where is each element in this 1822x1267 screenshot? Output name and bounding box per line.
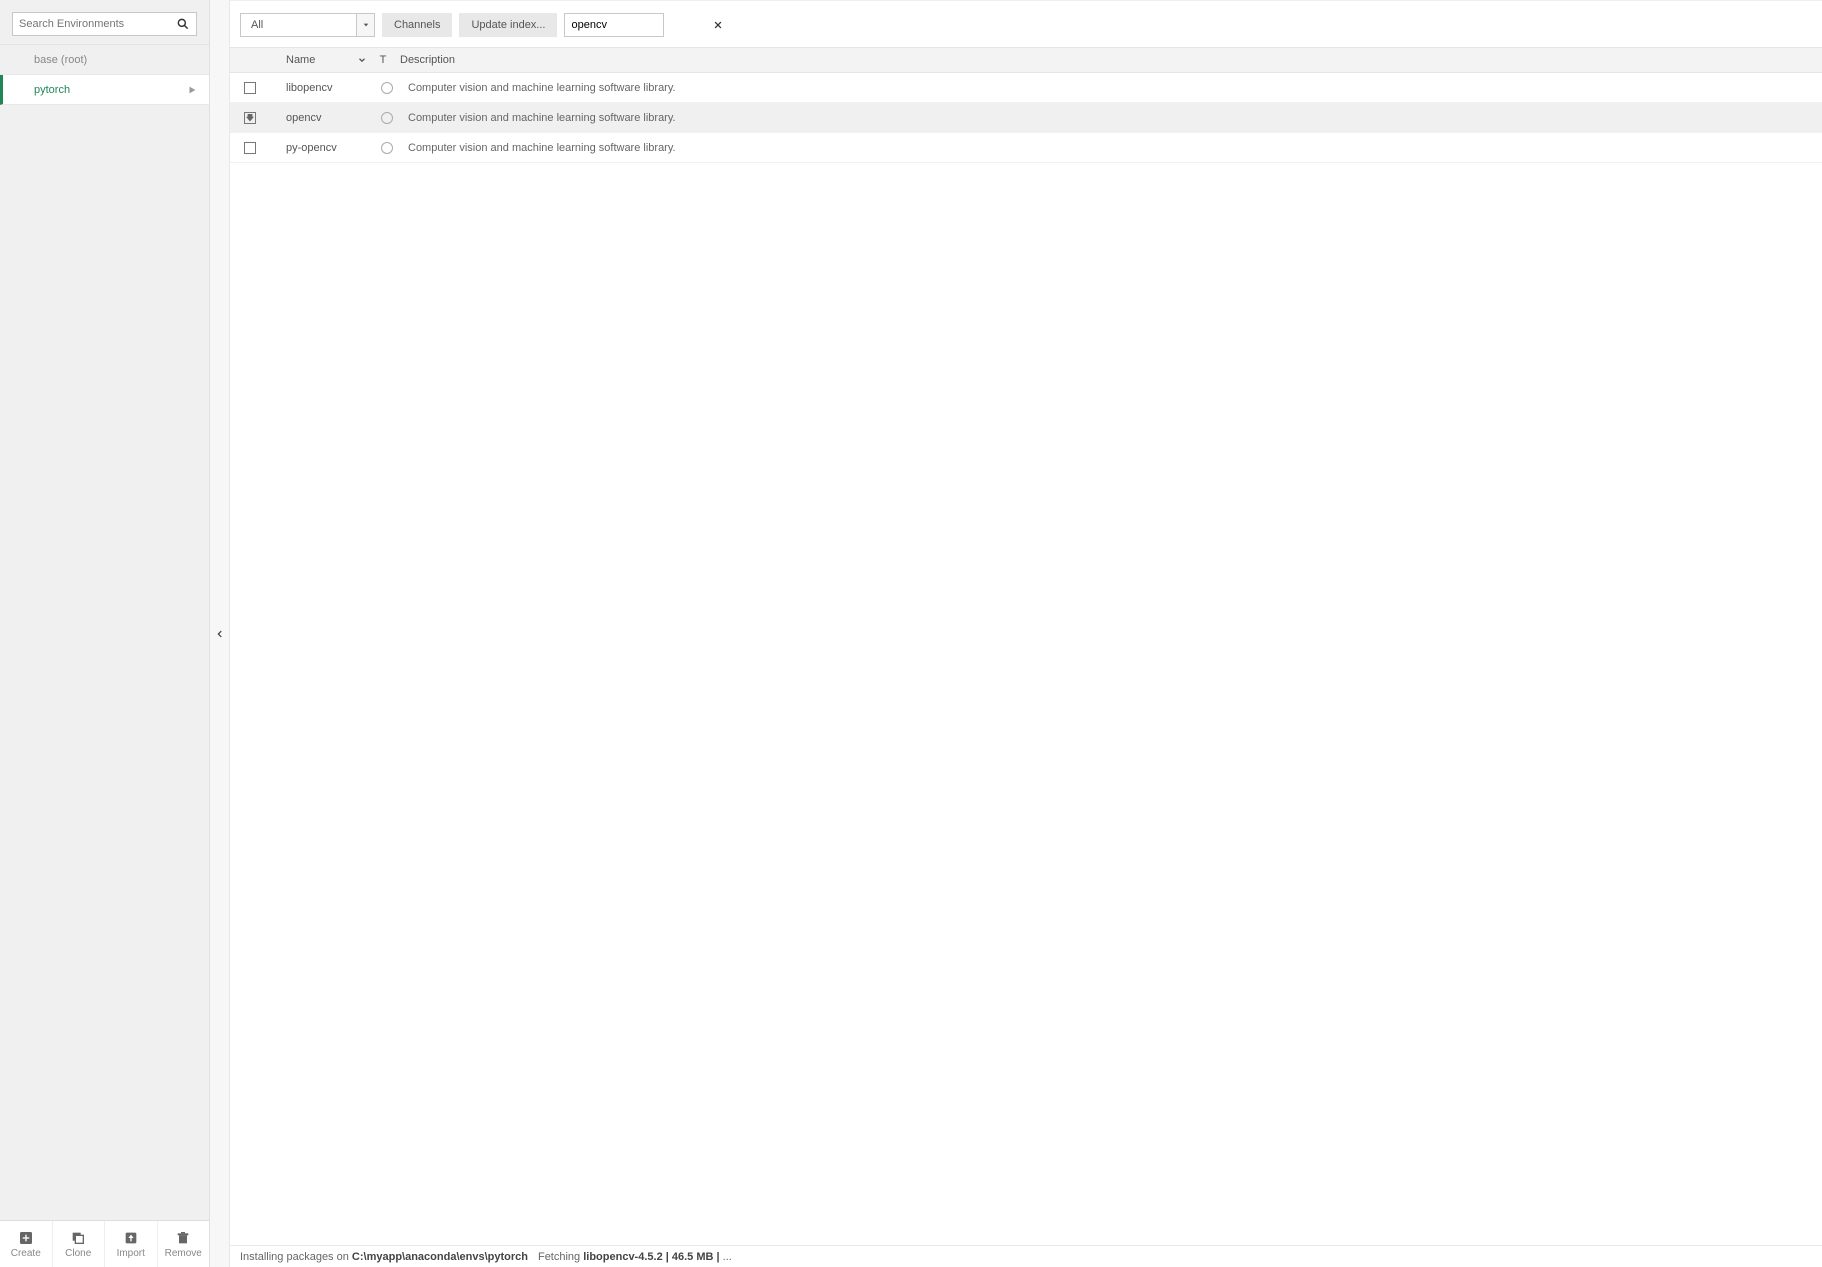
clone-button[interactable]: Clone [53,1221,106,1267]
action-label: Clone [65,1248,91,1259]
toolbar: All Channels Update index... [230,0,1822,47]
env-item-label: pytorch [34,84,70,96]
action-label: Create [11,1248,41,1259]
package-search-input[interactable] [571,19,713,31]
sort-icon[interactable] [350,55,374,65]
env-item-base[interactable]: base (root) [0,45,209,75]
create-button[interactable]: Create [0,1221,53,1267]
checkbox-download-icon[interactable] [244,112,256,124]
remove-button[interactable]: Remove [158,1221,210,1267]
status-bar: Installing packages on C:\myapp\anaconda… [230,1245,1822,1267]
status-fetch: Fetching libopencv-4.5.2 | 46.5 MB | ... [538,1251,732,1263]
status-ring-icon [381,112,393,124]
chevron-left-icon [215,629,225,639]
pkg-name: py-opencv [270,142,350,154]
play-icon[interactable] [187,85,197,95]
search-icon [176,17,190,31]
env-item-label: base (root) [34,54,87,66]
env-search-box[interactable] [12,12,197,36]
trash-icon [175,1230,191,1246]
clone-icon [70,1230,86,1246]
pkg-desc: Computer vision and machine learning sof… [400,82,1822,94]
table-row[interactable]: libopencv Computer vision and machine le… [230,73,1822,103]
sidebar-actions: Create Clone Import Remove [0,1220,209,1267]
action-label: Import [117,1248,145,1259]
env-list: base (root) pytorch [0,44,209,1220]
close-icon[interactable] [713,20,723,30]
env-item-pytorch[interactable]: pytorch [0,75,209,105]
collapse-sidebar-button[interactable] [210,0,230,1267]
table-row[interactable]: opencv Computer vision and machine learn… [230,103,1822,133]
update-index-button[interactable]: Update index... [459,13,557,37]
filter-dropdown[interactable]: All [240,13,375,37]
pkg-desc: Computer vision and machine learning sof… [400,112,1822,124]
table-row[interactable]: py-opencv Computer vision and machine le… [230,133,1822,163]
filter-value: All [251,19,263,31]
table-body: libopencv Computer vision and machine le… [230,73,1822,1245]
checkbox-icon[interactable] [244,82,256,94]
header-name[interactable]: Name [270,54,350,66]
main-panel: All Channels Update index... Name T Desc… [230,0,1822,1267]
status-text: Installing packages on C:\myapp\anaconda… [240,1251,528,1263]
action-label: Remove [165,1248,202,1259]
pkg-desc: Computer vision and machine learning sof… [400,142,1822,154]
header-description[interactable]: Description [392,54,1822,66]
status-ring-icon [381,82,393,94]
import-icon [123,1230,139,1246]
status-ring-icon [381,142,393,154]
package-search-box[interactable] [564,13,664,37]
chevron-down-icon [356,14,374,36]
pkg-name: opencv [270,112,350,124]
table-header: Name T Description [230,47,1822,73]
sidebar: base (root) pytorch Create Clone Import [0,0,210,1267]
import-button[interactable]: Import [105,1221,158,1267]
checkbox-icon[interactable] [244,142,256,154]
env-search-input[interactable] [19,18,176,30]
plus-icon [18,1230,34,1246]
header-t[interactable]: T [374,54,392,66]
pkg-name: libopencv [270,82,350,94]
channels-button[interactable]: Channels [382,13,452,37]
